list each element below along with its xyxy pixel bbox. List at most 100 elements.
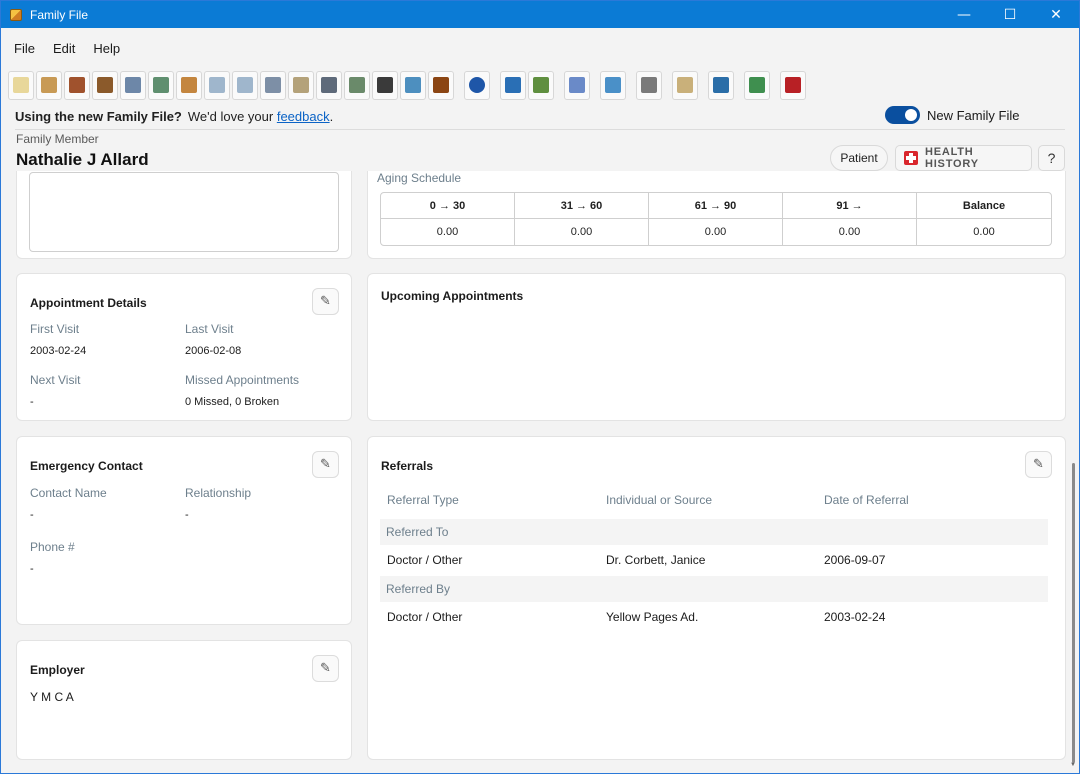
bandage-button[interactable] bbox=[176, 70, 202, 100]
family-member-name[interactable]: Nathalie J Allard bbox=[16, 150, 149, 170]
scrollbar-thumb[interactable] bbox=[1072, 463, 1075, 763]
blank-form-button[interactable] bbox=[204, 70, 230, 100]
help-button[interactable]: ? bbox=[1038, 145, 1065, 171]
health-history-button[interactable]: HEALTH HISTORY bbox=[895, 145, 1032, 171]
referral-link-button[interactable] bbox=[564, 70, 590, 100]
header-divider bbox=[15, 129, 1065, 130]
next-visit-label: Next Visit bbox=[30, 373, 81, 387]
doctor-button[interactable] bbox=[708, 70, 734, 100]
rubber-stamp-button[interactable] bbox=[400, 70, 426, 100]
patient-button[interactable]: Patient bbox=[830, 145, 888, 171]
first-visit-value: 2003-02-24 bbox=[30, 345, 87, 357]
family-member-label: Family Member bbox=[16, 132, 99, 146]
appointment-details-title: Appointment Details bbox=[30, 296, 147, 310]
individual-source-header: Individual or Source bbox=[606, 493, 713, 507]
phone-contact-icon bbox=[749, 77, 765, 93]
appointment-edit-button[interactable]: ✎ bbox=[312, 288, 339, 315]
contact-name-value: - bbox=[30, 509, 34, 521]
payment-card-button[interactable] bbox=[260, 70, 286, 100]
employer-edit-button[interactable]: ✎ bbox=[312, 655, 339, 682]
rubber-stamp-icon bbox=[405, 77, 421, 93]
window-title: Family File bbox=[30, 7, 89, 22]
table-row[interactable]: Doctor / Other Dr. Corbett, Janice 2006-… bbox=[380, 545, 1048, 575]
health-history-label: HEALTH HISTORY bbox=[924, 146, 979, 170]
aging-col-0-30: 0 → 30 bbox=[381, 193, 515, 219]
toolbar bbox=[1, 68, 1079, 102]
payment-card-icon bbox=[265, 77, 281, 93]
provider-icon bbox=[505, 77, 521, 93]
feedback-suffix: . bbox=[329, 108, 334, 124]
note-button[interactable] bbox=[672, 70, 698, 100]
emergency-contact-edit-button[interactable]: ✎ bbox=[312, 451, 339, 478]
open-book-icon bbox=[785, 77, 801, 93]
ledger-button[interactable] bbox=[232, 70, 258, 100]
open-book-button[interactable] bbox=[780, 70, 806, 100]
missed-appointments-value: 0 Missed, 0 Broken bbox=[185, 396, 280, 408]
camera-button[interactable] bbox=[288, 70, 314, 100]
notes-box[interactable] bbox=[29, 172, 339, 252]
upcoming-appointments-title: Upcoming Appointments bbox=[381, 289, 524, 303]
employer-card: Employer ✎ Y M C A bbox=[16, 640, 352, 760]
doctor-icon bbox=[713, 77, 729, 93]
employer-title: Employer bbox=[30, 663, 85, 677]
tooth-button[interactable] bbox=[8, 70, 34, 100]
relationship-value: - bbox=[185, 509, 189, 521]
toggle-label: New Family File bbox=[927, 107, 1020, 123]
feedback-link[interactable]: feedback bbox=[277, 109, 330, 124]
bookshelf-button[interactable] bbox=[428, 70, 454, 100]
pencil-icon: ✎ bbox=[320, 661, 331, 676]
printer-button[interactable] bbox=[636, 70, 662, 100]
window-controls: — ☐ ✕ bbox=[941, 1, 1079, 28]
emergency-contact-title: Emergency Contact bbox=[30, 459, 143, 473]
menu-help[interactable]: Help bbox=[84, 41, 129, 56]
referrals-edit-button[interactable]: ✎ bbox=[1025, 451, 1052, 478]
globe-button[interactable] bbox=[148, 70, 174, 100]
schedule-clock-icon bbox=[605, 77, 621, 93]
aging-col-31-60: 31 → 60 bbox=[515, 193, 649, 219]
prescription-button[interactable] bbox=[372, 70, 398, 100]
aging-value-0-30: 0.00 bbox=[381, 219, 515, 245]
table-row[interactable]: Doctor / Other Yellow Pages Ad. 2003-02-… bbox=[380, 602, 1048, 632]
referral-link-icon bbox=[569, 77, 585, 93]
report-icon bbox=[349, 77, 365, 93]
family-icon bbox=[533, 77, 549, 93]
date-of-referral-header: Date of Referral bbox=[824, 493, 909, 507]
document-list-button[interactable] bbox=[316, 70, 342, 100]
chart-notebook-icon bbox=[41, 77, 57, 93]
vertical-scrollbar[interactable]: ▼ bbox=[1070, 171, 1078, 773]
info-button[interactable] bbox=[464, 70, 490, 100]
aging-schedule-card: Aging Schedule 0 → 30 31 → 60 61 → 90 91… bbox=[367, 171, 1066, 259]
pencil-icon: ✎ bbox=[320, 294, 331, 309]
menu-file[interactable]: File bbox=[5, 41, 44, 56]
family-button[interactable] bbox=[528, 70, 554, 100]
close-button[interactable]: ✕ bbox=[1033, 1, 1079, 28]
books-button[interactable] bbox=[64, 70, 90, 100]
referral-type-cell: Doctor / Other bbox=[387, 553, 463, 567]
scroll-down-arrow-icon[interactable]: ▼ bbox=[1070, 762, 1076, 768]
provider-button[interactable] bbox=[500, 70, 526, 100]
ledger-icon bbox=[237, 77, 253, 93]
date-of-referral-cell: 2006-09-07 bbox=[824, 553, 886, 567]
aging-table: 0 → 30 31 → 60 61 → 90 91 → Balance 0.00… bbox=[380, 192, 1052, 246]
pencil-icon: ✎ bbox=[1033, 457, 1044, 472]
menu-edit[interactable]: Edit bbox=[44, 41, 84, 56]
report-button[interactable] bbox=[344, 70, 370, 100]
id-card-button[interactable] bbox=[120, 70, 146, 100]
new-family-file-toggle[interactable] bbox=[885, 106, 920, 124]
toggle-knob bbox=[905, 109, 917, 121]
next-visit-value: - bbox=[30, 396, 34, 408]
phone-contact-button[interactable] bbox=[744, 70, 770, 100]
family-file-window: Family File — ☐ ✕ File Edit Help Using t… bbox=[0, 0, 1080, 774]
minimize-button[interactable]: — bbox=[941, 1, 987, 28]
maximize-button[interactable]: ☐ bbox=[987, 1, 1033, 28]
phone-value: - bbox=[30, 563, 34, 575]
schedule-clock-button[interactable] bbox=[600, 70, 626, 100]
document-list-icon bbox=[321, 77, 337, 93]
chart-notebook-button[interactable] bbox=[36, 70, 62, 100]
bandage-icon bbox=[181, 77, 197, 93]
aging-schedule-label: Aging Schedule bbox=[377, 171, 462, 185]
referred-to-group: Referred To bbox=[380, 519, 1048, 545]
aging-col-61-90: 61 → 90 bbox=[649, 193, 783, 219]
medical-cross-icon bbox=[904, 151, 918, 165]
dentist-chair-button[interactable] bbox=[92, 70, 118, 100]
